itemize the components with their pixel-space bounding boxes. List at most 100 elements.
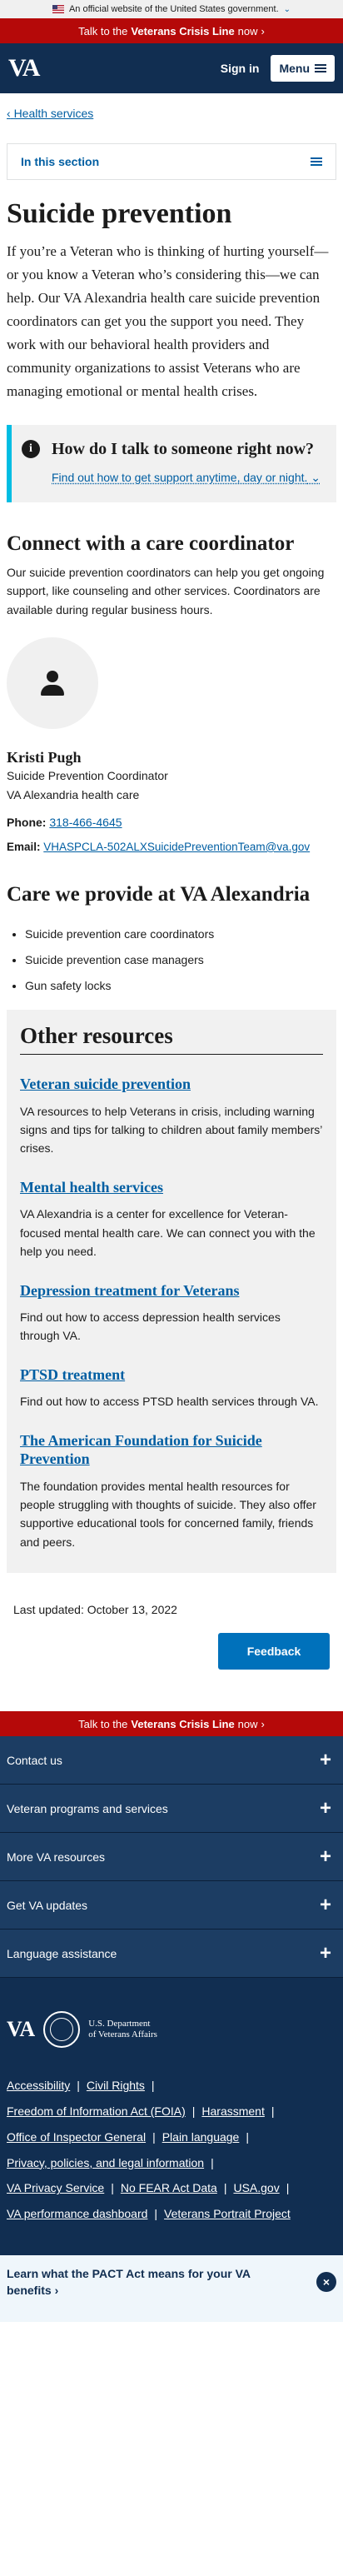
chevron-right-icon: ›: [261, 24, 265, 37]
breadcrumb: ‹ Health services: [7, 107, 336, 120]
list-item: Suicide prevention case managers: [25, 951, 336, 969]
list-item: Gun safety locks: [25, 977, 336, 995]
last-updated: Last updated: October 13, 2022: [13, 1603, 177, 1617]
accordion-veteran-programs[interactable]: Veteran programs and services +: [0, 1785, 343, 1834]
avatar: [7, 637, 98, 730]
resource-item: Mental health services VA Alexandria is …: [20, 1178, 323, 1261]
sign-in-link[interactable]: Sign in: [221, 62, 260, 75]
plus-icon: +: [319, 1893, 331, 1916]
crisis-line-bar[interactable]: Talk to the Veterans Crisis Line now ›: [0, 18, 343, 43]
person-icon: [41, 671, 64, 696]
resource-link[interactable]: PTSD treatment: [20, 1366, 125, 1383]
footer-crisis-line-bar[interactable]: Talk to the Veterans Crisis Line now ›: [0, 1711, 343, 1737]
footer-link-usa-gov[interactable]: USA.gov: [233, 2181, 279, 2194]
coordinator-body: Our suicide prevention coordinators can …: [7, 565, 325, 617]
va-seal-icon: [43, 2011, 81, 2049]
page-title: Suicide prevention: [7, 198, 232, 229]
phone-link[interactable]: 318-466-4645: [49, 816, 122, 829]
contact-facility: VA Alexandria health care: [7, 787, 140, 801]
breadcrumb-label: Health services: [13, 107, 94, 120]
footer-link-harassment[interactable]: Harassment: [201, 2104, 264, 2118]
plus-icon: +: [319, 1748, 331, 1771]
crisis-line-name: Veterans Crisis Line: [131, 24, 235, 37]
crisis-suffix: now: [237, 1717, 258, 1730]
contact-name: Kristi Pugh: [7, 749, 82, 766]
resource-item: Veteran suicide prevention VA resources …: [20, 1075, 323, 1158]
email-link[interactable]: VHASPCLA-502ALXSuicidePreventionTeam@va.…: [43, 841, 310, 853]
site-footer: VA U.S. Department of Veterans Affairs A…: [0, 1978, 343, 2253]
crisis-line-name: Veterans Crisis Line: [131, 1717, 235, 1730]
other-resources: Other resources Veteran suicide preventi…: [7, 1010, 336, 1574]
dept-line-1: U.S. Department: [88, 2018, 151, 2029]
official-gov-banner[interactable]: An official website of the United States…: [0, 0, 343, 18]
resource-link[interactable]: Mental health services: [20, 1179, 163, 1196]
resource-desc: The foundation provides mental health re…: [20, 1479, 316, 1549]
footer-link-performance[interactable]: VA performance dashboard: [7, 2207, 147, 2220]
pact-link[interactable]: Learn what the PACT Act means for your V…: [7, 2265, 290, 2299]
resource-item: Depression treatment for Veterans Find o…: [20, 1281, 323, 1345]
official-banner-text: An official website of the United States…: [68, 4, 279, 14]
menu-label: Menu: [279, 62, 310, 75]
footer-link-portrait[interactable]: Veterans Portrait Project: [164, 2207, 291, 2220]
accordion-more-resources[interactable]: More VA resources +: [0, 1833, 343, 1882]
resource-desc: Find out how to access depression health…: [20, 1310, 281, 1343]
alert-expand-link[interactable]: Find out how to get support anytime, day…: [52, 468, 321, 487]
menu-button[interactable]: Menu: [271, 55, 335, 82]
dept-line-2: of Veterans Affairs: [88, 2029, 157, 2040]
resource-desc: VA Alexandria is a center for excellence…: [20, 1207, 316, 1259]
accordion-label: More VA resources: [7, 1850, 106, 1864]
footer-accordion: Contact us + Veteran programs and servic…: [0, 1736, 343, 1979]
email-label: Email:: [7, 840, 41, 853]
breadcrumb-health-services[interactable]: ‹ Health services: [7, 107, 93, 120]
chevron-down-icon: ⌄: [311, 471, 321, 485]
us-flag-icon: [52, 5, 64, 13]
resource-item: The American Foundation for Suicide Prev…: [20, 1431, 323, 1552]
footer-link-no-fear[interactable]: No FEAR Act Data: [121, 2181, 217, 2194]
main-content: ‹ Health services In this section Suicid…: [0, 107, 343, 1670]
header-actions: Sign in Menu: [221, 55, 335, 82]
alert-link-text: Find out how to get support anytime, day…: [52, 471, 308, 485]
crisis-suffix: now: [237, 24, 258, 37]
feedback-button[interactable]: Feedback: [218, 1633, 330, 1670]
footer-va-logo[interactable]: VA: [7, 2017, 35, 2042]
alert-heading: How do I talk to someone right now?: [52, 440, 315, 459]
contact-email-row: Email: VHASPCLA-502ALXSuicidePreventionT…: [7, 841, 336, 853]
resource-desc: Find out how to access PTSD health servi…: [20, 1395, 319, 1409]
resource-link[interactable]: The American Foundation for Suicide Prev…: [20, 1432, 262, 1468]
resource-link[interactable]: Veteran suicide prevention: [20, 1076, 191, 1092]
chevron-right-icon: ›: [54, 2284, 59, 2298]
pact-text: Learn what the PACT Act means for your V…: [7, 2267, 251, 2298]
contact-phone-row: Phone: 318-466-4645: [7, 816, 336, 829]
footer-link-oig[interactable]: Office of Inspector General: [7, 2130, 146, 2144]
in-this-section-menu[interactable]: In this section: [7, 143, 336, 180]
care-heading: Care we provide at VA Alexandria: [7, 882, 311, 906]
footer-link-foia[interactable]: Freedom of Information Act (FOIA): [7, 2104, 186, 2118]
department-name: U.S. Department of Veterans Affairs: [88, 2019, 157, 2042]
list-item: Suicide prevention care coordinators: [25, 926, 336, 943]
accordion-label: Get VA updates: [7, 1898, 88, 1912]
footer-logos: VA U.S. Department of Veterans Affairs: [7, 2011, 336, 2049]
accordion-contact-us[interactable]: Contact us +: [0, 1736, 343, 1785]
crisis-prefix: Talk to the: [78, 24, 128, 37]
pact-act-banner: Learn what the PACT Act means for your V…: [0, 2252, 343, 2323]
va-logo[interactable]: VA: [8, 54, 40, 82]
feedback-wrap: Feedback: [7, 1633, 336, 1670]
footer-link-privacy-service[interactable]: VA Privacy Service: [7, 2181, 104, 2194]
accordion-language-assistance[interactable]: Language assistance +: [0, 1930, 343, 1979]
footer-link-accessibility[interactable]: Accessibility: [7, 2079, 70, 2092]
resource-link[interactable]: Depression treatment for Veterans: [20, 1282, 239, 1299]
phone-label: Phone:: [7, 815, 47, 829]
footer-link-privacy-legal[interactable]: Privacy, policies, and legal information: [7, 2156, 204, 2169]
footer-links: Accessibility | Civil Rights | Freedom of I…: [7, 2079, 291, 2221]
close-icon[interactable]: ×: [316, 2272, 336, 2293]
plus-icon: +: [319, 1796, 331, 1820]
accordion-get-updates[interactable]: Get VA updates +: [0, 1881, 343, 1930]
site-header: VA Sign in Menu: [0, 43, 343, 93]
footer-link-plain-language[interactable]: Plain language: [162, 2130, 240, 2144]
footer-link-civil-rights[interactable]: Civil Rights: [87, 2079, 145, 2092]
accordion-label: Veteran programs and services: [7, 1801, 168, 1815]
accordion-label: Contact us: [7, 1753, 62, 1767]
care-list: Suicide prevention care coordinators Sui…: [7, 926, 336, 995]
info-alert: i How do I talk to someone right now? Fi…: [7, 425, 336, 502]
resource-desc: VA resources to help Veterans in crisis,…: [20, 1104, 322, 1156]
